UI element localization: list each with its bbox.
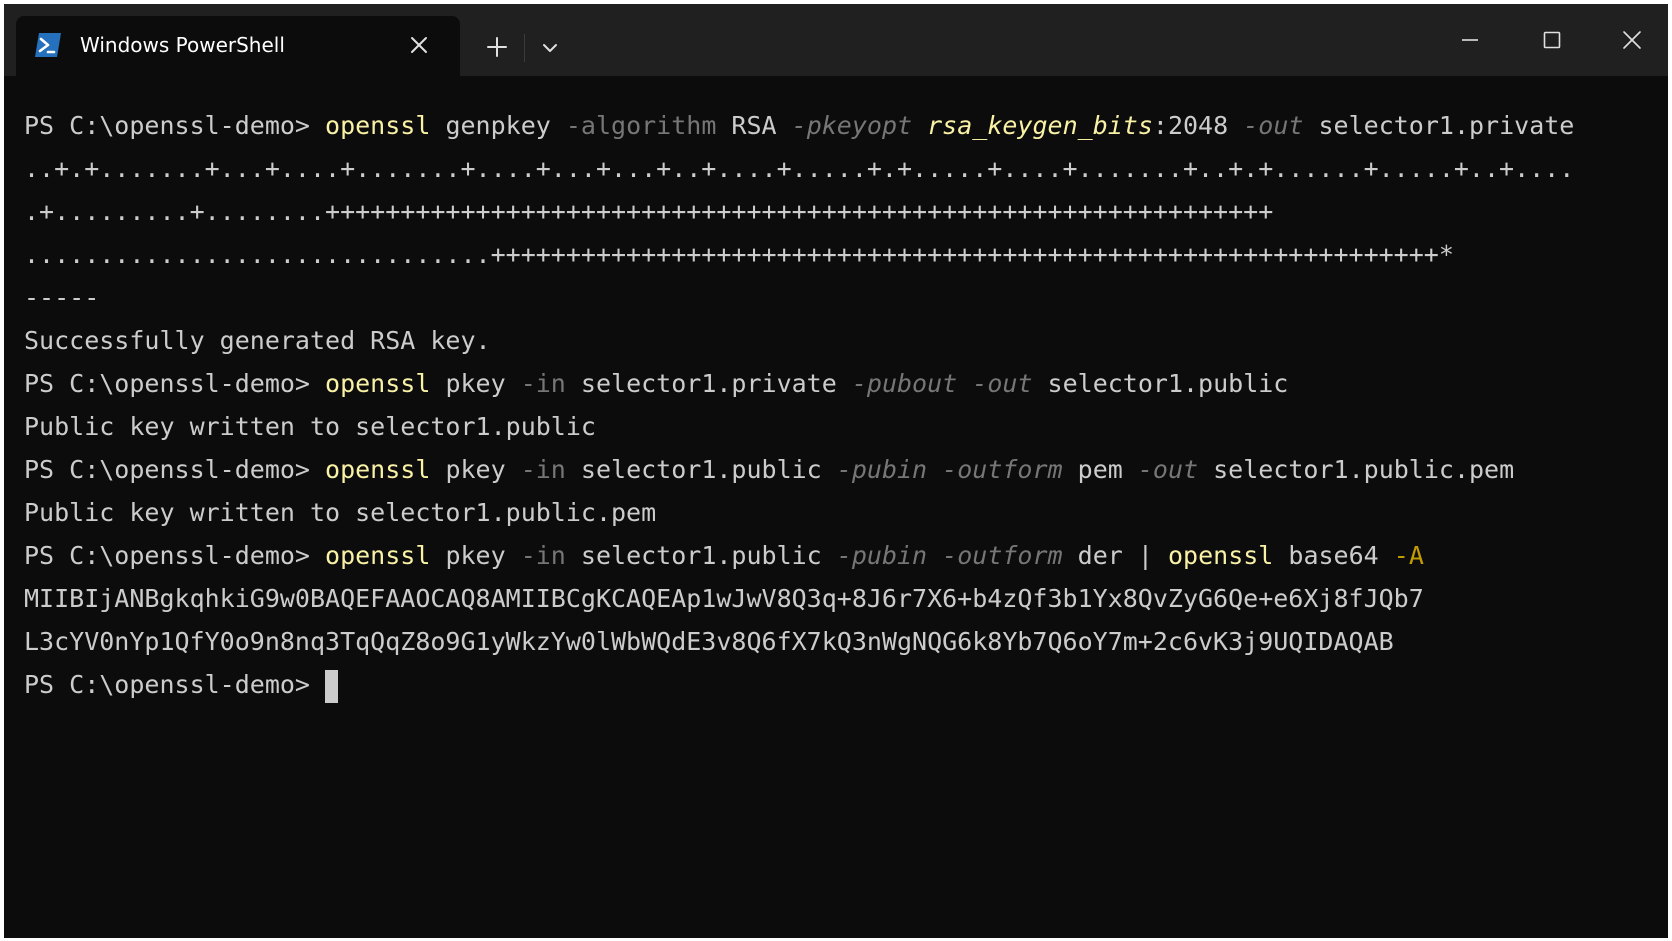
command: openssl [325,541,431,570]
output-line: ----- [24,283,100,312]
output-line: Successfully generated RSA key. [24,326,491,355]
parameter: -pubout [851,369,958,398]
prompt: PS C:\openssl-demo> [24,541,326,570]
parameter: -A [1393,541,1424,570]
parameter: -pubin [836,455,928,484]
argument: selector1.public.pem [1198,455,1515,484]
close-icon[interactable] [406,32,432,58]
argument: :2048 [1152,111,1244,140]
prompt: PS C:\openssl-demo> [24,369,326,398]
plus-icon[interactable] [482,32,512,62]
output-line: ..+.+.......+...+....+.......+....+...+.… [24,154,1575,183]
parameter: -in [520,455,566,484]
prompt: PS C:\openssl-demo> [24,111,326,140]
argument: RSA [716,111,792,140]
argument: selector1.public [1032,369,1289,398]
command: openssl [325,455,431,484]
command: openssl [325,111,431,140]
argument: pkey [430,455,521,484]
pipe-operator: | [1137,541,1153,570]
output-line: L3cYV0nYp1QfY0o9n8nq3TqQqZ8o9G1yWkzYw0lW… [24,627,1394,656]
command-line: PS C:\openssl-demo> openssl pkey -in sel… [24,362,1654,405]
terminal-output[interactable]: PS C:\openssl-demo> openssl genpkey -alg… [24,104,1654,706]
output-line: Public key written to selector1.public [24,412,596,441]
powershell-window: Windows PowerShell PS C:\openssl-demo> o… [4,4,1668,938]
output-line: Public key written to selector1.public.p… [24,498,657,527]
argument: pem [1062,455,1138,484]
command-line[interactable]: PS C:\openssl-demo> [24,663,1654,706]
tab-separator [524,34,525,62]
title-bar: Windows PowerShell [4,4,1668,76]
parameter: -out [1137,455,1199,484]
parameter: -in [520,541,566,570]
tab-title: Windows PowerShell [80,33,285,57]
parameter: -algorithm [565,111,717,140]
tab-windows-powershell[interactable]: Windows PowerShell [16,16,460,76]
command-line: PS C:\openssl-demo> openssl pkey -in sel… [24,448,1654,491]
argument: selector1.public [565,455,837,484]
argument: selector1.private [565,369,852,398]
argument: selector1.public [565,541,837,570]
output-line: MIIBIjANBgkqhkiG9w0BAQEFAAOCAQ8AMIIBCgKC… [24,584,1424,613]
argument: selector1.private [1303,111,1575,140]
argument: der [1062,541,1138,570]
command: openssl [1167,541,1274,570]
command-line: PS C:\openssl-demo> openssl genpkey -alg… [24,104,1654,147]
argument: pkey [430,541,521,570]
text-cursor [325,669,339,703]
prompt: PS C:\openssl-demo> [24,670,326,699]
argument: genpkey [430,111,566,140]
powershell-icon [35,33,61,57]
minimize-icon[interactable] [1452,22,1488,58]
prompt: PS C:\openssl-demo> [24,455,326,484]
parameter: -in [520,369,566,398]
argument: pkey [430,369,521,398]
close-icon[interactable] [1614,22,1650,58]
output-line: .+.........+........++++++++++++++++++++… [24,197,1274,226]
parameter: -outform [942,455,1063,484]
parameter: -outform [942,541,1063,570]
parameter: -out [972,369,1033,398]
command: openssl [325,369,431,398]
parameter: -out [1243,111,1304,140]
chevron-down-icon[interactable] [536,34,564,62]
command-line: PS C:\openssl-demo> openssl pkey -in sel… [24,534,1654,577]
output-line: ...............................+++++++++… [24,240,1454,269]
argument: rsa_keygen_bits [927,111,1153,140]
parameter: -pkeyopt [791,111,913,140]
maximize-icon[interactable] [1534,22,1570,58]
argument: base64 [1273,541,1394,570]
parameter: -pubin [836,541,928,570]
